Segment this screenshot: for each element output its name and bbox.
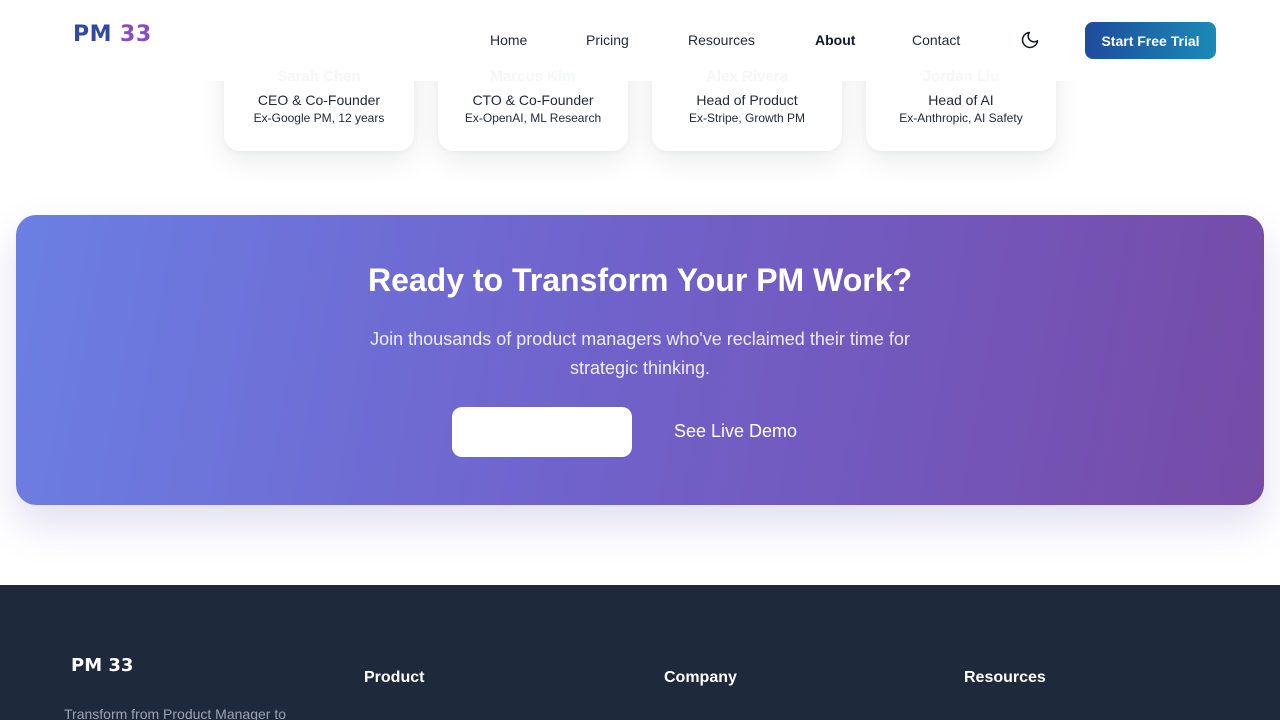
site-footer: PM 33 Transform from Product Manager to … — [0, 585, 1280, 720]
nav-pricing[interactable]: Pricing — [586, 32, 629, 48]
team-member-role: CTO & Co-Founder — [472, 92, 594, 108]
nav-home[interactable]: Home — [490, 32, 527, 48]
site-header: PM 33 Home Pricing Resources About Conta… — [0, 0, 1280, 81]
footer-column-resources: Resources — [964, 669, 1046, 686]
cta-banner: Ready to Transform Your PM Work? Join th… — [16, 215, 1264, 505]
banner-title: Ready to Transform Your PM Work? — [367, 262, 913, 298]
nav-contact[interactable]: Contact — [912, 32, 960, 48]
team-member-role: CEO & Co-Founder — [257, 92, 381, 108]
team-member-background: Ex-Anthropic, AI Safety — [899, 111, 1023, 125]
moon-icon[interactable] — [1020, 30, 1040, 50]
logo-number: 33 — [120, 22, 152, 47]
nav-about[interactable]: About — [815, 32, 855, 48]
see-live-demo-button[interactable]: See Live Demo — [674, 421, 797, 442]
team-member-background: Ex-Google PM, 12 years — [253, 111, 385, 125]
nav-resources[interactable]: Resources — [688, 32, 755, 48]
team-member-role: Head of Product — [696, 92, 798, 108]
banner-primary-button[interactable] — [452, 407, 632, 457]
footer-column-company: Company — [664, 669, 737, 686]
banner-subtitle: Join thousands of product managers who'v… — [370, 329, 910, 378]
logo-pm: PM — [73, 22, 113, 47]
team-member-background: Ex-OpenAI, ML Research — [464, 111, 602, 125]
footer-column-product: Product — [364, 669, 425, 686]
footer-tagline: Transform from Product Manager to — [64, 706, 287, 720]
footer-logo[interactable]: PM 33 — [71, 655, 133, 676]
team-member-role: Head of AI — [928, 92, 994, 108]
logo[interactable]: PM 33 — [73, 22, 152, 47]
start-free-trial-button[interactable]: Start Free Trial — [1085, 22, 1216, 59]
team-member-background: Ex-Stripe, Growth PM — [688, 111, 806, 125]
